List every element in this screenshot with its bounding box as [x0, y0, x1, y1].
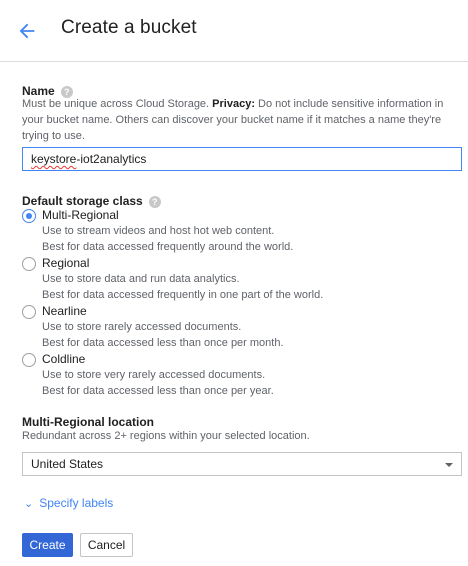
cancel-button[interactable]: Cancel [80, 533, 133, 557]
option-label-regional: Regional [42, 256, 90, 270]
specify-labels-link[interactable]: ⌄ Specify labels [24, 496, 113, 510]
option-desc-regional-1: Use to store data and run data analytics… [42, 273, 240, 285]
bucket-name-rest: -iot2analytics [76, 152, 147, 166]
radio-multi-regional[interactable] [22, 209, 36, 223]
option-label-coldline: Coldline [42, 352, 86, 366]
option-desc-nearline-2: Best for data accessed less than once pe… [42, 337, 284, 349]
option-desc-coldline-1: Use to store very rarely accessed docume… [42, 369, 266, 381]
arrow-back-icon[interactable] [16, 20, 38, 42]
name-description: Must be unique across Cloud Storage. Pri… [22, 96, 452, 144]
option-desc-regional-2: Best for data accessed frequently in one… [42, 289, 324, 301]
page-title: Create a bucket [61, 17, 197, 38]
specify-labels-text: Specify labels [39, 496, 114, 510]
option-desc-coldline-2: Best for data accessed less than once pe… [42, 385, 274, 397]
name-desc-main: Must be unique across Cloud Storage. [22, 98, 213, 110]
bucket-name-misspelled: keystore [31, 152, 77, 166]
radio-coldline[interactable] [22, 353, 36, 367]
option-desc-nearline-1: Use to store rarely accessed documents. [42, 321, 242, 333]
location-select-value: United States [31, 457, 104, 471]
location-select[interactable]: United States [22, 452, 462, 476]
location-label: Multi-Regional location [22, 415, 154, 429]
option-desc-multi-regional-2: Best for data accessed frequently around… [42, 241, 294, 253]
location-description: Redundant across 2+ regions within your … [22, 430, 310, 442]
radio-nearline[interactable] [22, 305, 36, 319]
chevron-double-down-icon: ⌄ [24, 498, 34, 510]
option-label-multi-regional: Multi-Regional [42, 208, 119, 222]
help-icon[interactable]: ? [148, 196, 161, 208]
option-desc-multi-regional-1: Use to stream videos and host hot web co… [42, 225, 275, 237]
create-button[interactable]: Create [22, 533, 73, 557]
option-label-nearline: Nearline [42, 304, 87, 318]
caret-down-icon [445, 463, 453, 467]
storage-class-label: Default storage class [22, 194, 143, 208]
header-bar: Create a bucket [0, 0, 468, 62]
storage-class-label-row: Default storage class? [22, 194, 161, 208]
privacy-label: Privacy: [212, 98, 255, 110]
bucket-name-input[interactable]: keystore-iot2analytics [22, 147, 462, 171]
radio-regional[interactable] [22, 257, 36, 271]
